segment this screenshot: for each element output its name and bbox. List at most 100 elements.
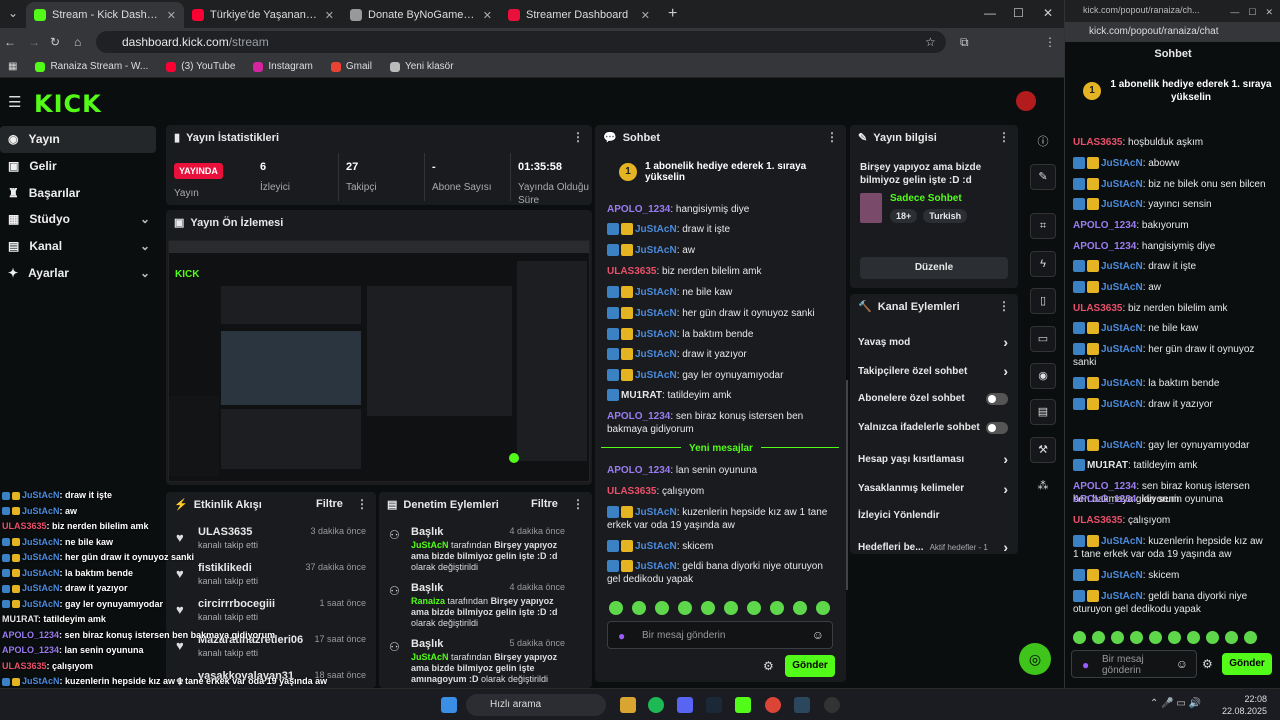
popout-chat-username[interactable]: APOLO_1234 [1073, 241, 1136, 252]
hamburger-menu-icon[interactable]: ☰ [8, 93, 21, 111]
popout-chat-message[interactable]: APOLO_1234: hangisiymiş diye [1073, 240, 1268, 253]
chrome-icon[interactable] [765, 697, 781, 713]
popout-mic-icon[interactable]: ● [1082, 658, 1089, 672]
popout-chat-username[interactable]: JuStAcN [1101, 158, 1143, 169]
channel-action-item[interactable]: Yalnızca ifadelerle sohbet [858, 421, 1008, 434]
emoji-icon[interactable]: ☺ [812, 628, 824, 642]
popout-chat-username[interactable]: JuStAcN [1101, 378, 1143, 389]
category-link[interactable]: Sadece Sohbet [890, 193, 962, 204]
browser-tab[interactable]: Donate ByNoGame - Gelen/Gid ✕ [342, 2, 500, 28]
chat-message[interactable]: JuStAcN: la baktım bende [607, 328, 837, 341]
tag-pill[interactable]: Turkish [923, 209, 968, 223]
bookmark-item[interactable]: (3) YouTube [166, 61, 235, 72]
popout-chat-message[interactable]: JuStAcN: geldi bana diyorki niye oturuyo… [1073, 590, 1268, 616]
discord-icon[interactable] [677, 697, 693, 713]
chat-message[interactable]: JuStAcN: gay ler oynuyamıyodar [607, 369, 837, 382]
chat-username[interactable]: APOLO_1234 [607, 465, 670, 476]
emote-icon[interactable] [816, 601, 830, 615]
chat-settings-icon[interactable]: ⚙ [763, 659, 774, 673]
chat-message[interactable]: JuStAcN: ne bile kaw [607, 286, 837, 299]
moderation-item[interactable]: ⚇ Başlık Ranaiza tarafından Birşey yapıyoz… [389, 582, 565, 629]
document-icon[interactable]: ▯ [1030, 288, 1056, 314]
spotify-icon[interactable] [648, 697, 664, 713]
emote-icon[interactable] [1073, 631, 1086, 644]
obs-icon[interactable] [824, 697, 840, 713]
channel-action-item[interactable]: Yasaklanmış kelimeler › [858, 481, 1008, 497]
chat-message[interactable]: ULAS3635: çalışıyom [607, 485, 837, 498]
tab-close-icon[interactable]: ✕ [167, 9, 176, 22]
popout-chat-username[interactable]: JuStAcN [1101, 536, 1143, 547]
info-icon[interactable]: ⓘ [1030, 130, 1056, 156]
popout-chat-username[interactable]: JuStAcN [1101, 323, 1143, 334]
popout-chat-username[interactable]: APOLO_1234 [1073, 494, 1136, 505]
maximize-button[interactable]: ☐ [1013, 6, 1024, 20]
sidebar-item-1[interactable]: ◉ Yayın [0, 126, 156, 153]
sidebar-item-4[interactable]: ▦ Stüdyo ⌄ [0, 206, 160, 233]
browser-tab[interactable]: Türkiye'de Yaşanan Motorcu Ka ✕ [184, 2, 342, 28]
popout-chat-message[interactable]: JuStAcN: yayıncı sensin [1073, 198, 1268, 211]
popout-chat-message[interactable]: JuStAcN: skicem [1073, 569, 1268, 582]
tab-close-icon[interactable]: ✕ [325, 9, 334, 22]
popout-chat-username[interactable]: APOLO_1234 [1073, 481, 1136, 492]
bookmark-item[interactable]: Gmail [330, 61, 372, 72]
chat-username[interactable]: JuStAcN [635, 507, 677, 518]
emote-icon[interactable] [747, 601, 761, 615]
chat-message[interactable]: APOLO_1234: sen biraz konuş istersen ben… [607, 410, 837, 436]
chat-scrollbar[interactable] [846, 380, 848, 590]
moderation-user[interactable]: JuStAcN [411, 652, 449, 662]
list-icon[interactable]: ▤ [1030, 399, 1056, 425]
popout-chat-message[interactable]: ULAS3635: hoşbulduk aşkım [1073, 136, 1268, 149]
emote-icon[interactable] [701, 601, 715, 615]
chat-message[interactable]: JuStAcN: her gün draw it oynuyoz sanki [607, 307, 837, 320]
file-explorer-icon[interactable] [620, 697, 636, 713]
activity-item[interactable]: ♥ fistiklikedi kanalı takip etti 37 dakika … [176, 562, 366, 586]
channel-action-item[interactable]: Hedefleri be... Aktif hedefler - 1 › [858, 539, 1008, 555]
emote-icon[interactable] [632, 601, 646, 615]
tag-pill[interactable]: 18+ [890, 209, 918, 223]
popout-chat-message[interactable]: MU1RAT: tatildeyim amk [1073, 459, 1268, 472]
chat-username[interactable]: JuStAcN [635, 329, 677, 340]
emote-icon[interactable] [793, 601, 807, 615]
popout-chat-message[interactable]: JuStAcN: ne bile kaw [1073, 322, 1268, 335]
chat-message[interactable]: JuStAcN: geldi bana diyorki niye oturuyo… [607, 560, 837, 586]
popout-chat-username[interactable]: JuStAcN [1101, 570, 1143, 581]
bookmark-item[interactable]: Instagram [253, 61, 313, 72]
chat-input[interactable]: ● Bir mesaj gönderin ☺ [607, 621, 833, 649]
tab-close-icon[interactable]: ✕ [641, 9, 650, 22]
emote-icon[interactable] [1149, 631, 1162, 644]
sidebar-item-3[interactable]: ♜ Başarılar [0, 179, 160, 206]
activity-item[interactable]: ♥ circirrrbocegiii kanalı takip etti 1 saat… [176, 598, 366, 622]
start-icon[interactable] [441, 697, 457, 713]
sidebar-item-5[interactable]: ▤ Kanal ⌄ [0, 233, 160, 260]
channel-action-item[interactable]: Abonelere özel sohbet [858, 392, 1008, 405]
chat-username[interactable]: JuStAcN [635, 224, 677, 235]
tray-icons[interactable]: ⌃ 🎤 ▭ 🔊 [1150, 698, 1201, 709]
emote-icon[interactable] [678, 601, 692, 615]
browser-tab[interactable]: Stream - Kick Dashboard ✕ [26, 2, 184, 28]
popout-chat-username[interactable]: MU1RAT [1087, 460, 1128, 471]
emote-icon[interactable] [724, 601, 738, 615]
reload-icon[interactable]: ↻ [50, 35, 60, 49]
chat-username[interactable]: JuStAcN [635, 541, 677, 552]
moderation-item[interactable]: ⚇ Başlık JuStAcN tarafından Birşey yapıyoz… [389, 638, 565, 685]
activity-filter-button[interactable]: Filtre [316, 498, 343, 510]
popout-chat-username[interactable]: JuStAcN [1101, 344, 1143, 355]
popout-chat-message[interactable]: JuStAcN: gay ler oynuyamıyodar [1073, 439, 1268, 452]
emote-icon[interactable] [1244, 631, 1257, 644]
emote-icon[interactable] [1206, 631, 1219, 644]
popout-chat-message[interactable]: JuStAcN: her gün draw it oynuyoz sanki [1073, 343, 1268, 369]
chat-message[interactable]: APOLO_1234: lan senin oyununa [607, 464, 837, 477]
apps-icon[interactable]: ⁂ [1030, 474, 1056, 500]
chat-message[interactable]: ULAS3635: biz nerden bilelim amk [607, 265, 837, 278]
broadcast-icon[interactable]: ◉ [1030, 363, 1056, 389]
emote-icon[interactable] [1225, 631, 1238, 644]
popout-chat-message[interactable]: ULAS3635: biz nerden bilelim amk [1073, 302, 1268, 315]
chat-message[interactable]: MU1RAT: tatildeyim amk [607, 389, 837, 402]
sidebar-item-2[interactable]: ▣ Gelir [0, 153, 160, 180]
channel-action-item[interactable]: Hesap yaşı kısıtlaması › [858, 451, 1008, 467]
popout-settings-icon[interactable]: ⚙ [1202, 657, 1213, 671]
back-icon[interactable]: ← [4, 35, 16, 49]
chat-username[interactable]: JuStAcN [635, 561, 677, 572]
chat-message[interactable]: JuStAcN: draw it işte [607, 223, 837, 236]
stats-menu-icon[interactable]: ⋮ [572, 130, 584, 144]
